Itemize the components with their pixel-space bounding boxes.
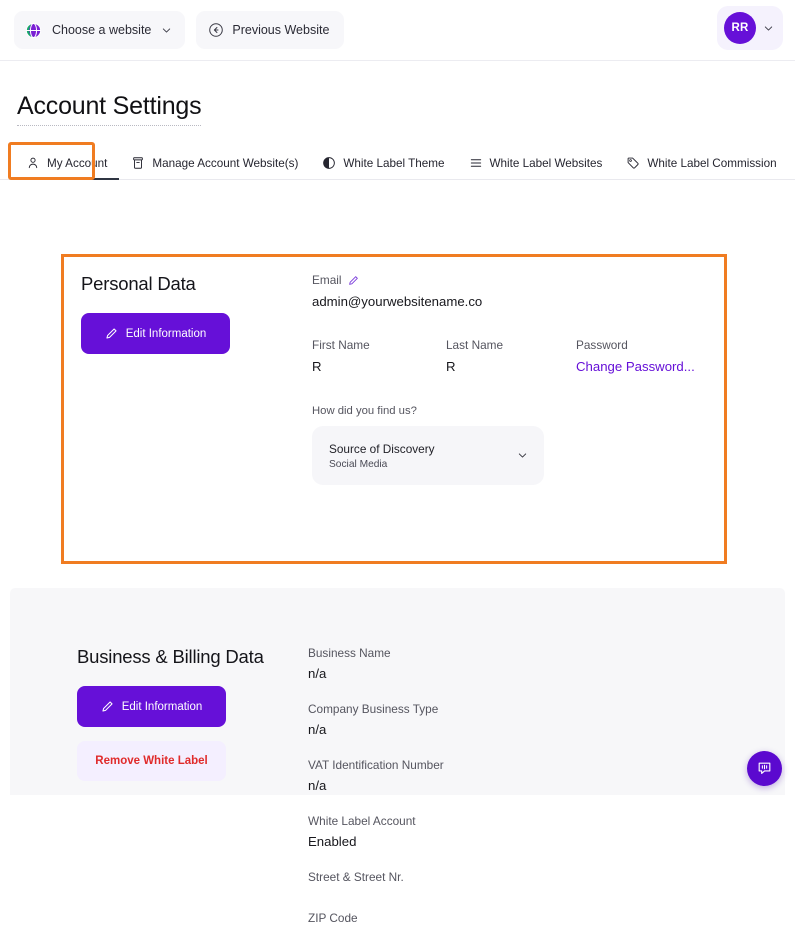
tab-white-label-theme-label: White Label Theme xyxy=(343,157,444,170)
business-billing-fields: Business Name n/a Company Business Type … xyxy=(308,646,765,952)
business-billing-title: Business & Billing Data xyxy=(77,646,297,668)
field-password: Password Change Password... xyxy=(576,338,695,374)
source-of-discovery-title: Source of Discovery xyxy=(329,442,517,456)
field-street-and-street-nr: Street & Street Nr. xyxy=(308,870,548,890)
personal-data-left-column: Personal Data Edit Information xyxy=(81,273,296,354)
field-business-name-label: Business Name xyxy=(308,646,548,660)
website-selector[interactable]: Choose a website xyxy=(14,11,185,49)
personal-data-card: Personal Data Edit Information Email adm… xyxy=(61,254,727,564)
avatar: RR xyxy=(724,12,756,44)
list-lines-icon xyxy=(469,156,483,170)
field-company-business-type-label: Company Business Type xyxy=(308,702,548,716)
source-of-discovery-texts: Source of Discovery Social Media xyxy=(329,442,517,470)
field-first-name-value: R xyxy=(312,359,446,374)
tab-white-label-commission-label: White Label Commission xyxy=(647,157,776,170)
tab-white-label-commission[interactable]: White Label Commission xyxy=(614,147,788,179)
support-chat-button[interactable] xyxy=(747,751,782,786)
field-last-name-value: R xyxy=(446,359,576,374)
tag-icon xyxy=(626,156,640,170)
tab-my-account[interactable]: My Account xyxy=(14,147,119,179)
globe-icon xyxy=(25,22,42,39)
tab-my-account-label: My Account xyxy=(47,157,107,170)
discovery-label: How did you find us? xyxy=(312,405,714,417)
field-email: Email admin@yourwebsitename.co xyxy=(312,273,714,309)
field-last-name-label: Last Name xyxy=(446,338,576,352)
account-menu[interactable]: RR xyxy=(717,6,783,50)
personal-data-name-row: First Name R Last Name R Password Change… xyxy=(312,338,714,374)
chevron-down-icon xyxy=(763,23,774,34)
source-of-discovery-select[interactable]: Source of Discovery Social Media xyxy=(312,426,544,485)
top-header-bar: Choose a website Previous Website RR xyxy=(0,0,795,61)
discovery-section: How did you find us? Source of Discovery… xyxy=(312,405,714,485)
website-selector-label: Choose a website xyxy=(52,23,151,37)
page-title: Account Settings xyxy=(17,92,201,126)
chat-bubble-icon xyxy=(756,760,773,777)
page-title-container: Account Settings xyxy=(0,61,795,126)
tab-white-label-websites[interactable]: White Label Websites xyxy=(457,147,615,179)
field-white-label-account-value: Enabled xyxy=(308,834,548,849)
business-billing-left-column: Business & Billing Data Edit Information… xyxy=(77,646,297,781)
tab-manage-account-websites-label: Manage Account Website(s) xyxy=(152,157,298,170)
tab-white-label-theme[interactable]: White Label Theme xyxy=(310,147,456,179)
source-of-discovery-value: Social Media xyxy=(329,459,517,470)
settings-tab-bar: My Account Manage Account Website(s) Whi… xyxy=(0,147,795,180)
tab-invoices[interactable]: Invoices xyxy=(789,147,795,179)
field-business-name-value: n/a xyxy=(308,666,548,681)
field-vat-identification-number: VAT Identification Number n/a xyxy=(308,758,548,793)
field-zip-code: ZIP Code xyxy=(308,911,548,931)
field-vat-identification-number-label: VAT Identification Number xyxy=(308,758,548,772)
field-company-business-type: Company Business Type n/a xyxy=(308,702,548,737)
pencil-icon xyxy=(105,327,118,340)
change-password-link[interactable]: Change Password... xyxy=(576,359,695,374)
field-first-name: First Name R xyxy=(312,338,446,374)
field-email-label: Email xyxy=(312,273,342,287)
field-street-and-street-nr-label: Street & Street Nr. xyxy=(308,870,548,884)
field-business-name: Business Name n/a xyxy=(308,646,548,681)
chevron-down-icon xyxy=(161,25,172,36)
previous-website-label: Previous Website xyxy=(232,23,329,37)
field-white-label-account-label: White Label Account xyxy=(308,814,548,828)
business-billing-section: Business & Billing Data Edit Information… xyxy=(10,588,785,795)
field-last-name: Last Name R xyxy=(446,338,576,374)
field-first-name-label: First Name xyxy=(312,338,446,352)
business-billing-edit-information-label: Edit Information xyxy=(122,701,203,713)
field-password-label: Password xyxy=(576,338,695,352)
pencil-icon xyxy=(101,700,114,713)
personal-data-title: Personal Data xyxy=(81,273,296,295)
remove-white-label-button[interactable]: Remove White Label xyxy=(77,741,226,781)
field-email-label-row: Email xyxy=(312,273,714,287)
previous-website-button[interactable]: Previous Website xyxy=(196,11,344,49)
contrast-circle-icon xyxy=(322,156,336,170)
user-icon xyxy=(26,156,40,170)
field-zip-code-label: ZIP Code xyxy=(308,911,548,925)
chevron-down-icon xyxy=(517,450,528,461)
business-billing-grid: Business Name n/a Company Business Type … xyxy=(308,646,765,952)
tab-white-label-websites-label: White Label Websites xyxy=(490,157,603,170)
remove-white-label-label: Remove White Label xyxy=(95,755,207,767)
pencil-icon[interactable] xyxy=(348,275,359,286)
personal-data-fields: Email admin@yourwebsitename.co First Nam… xyxy=(312,273,714,485)
personal-data-edit-information-button[interactable]: Edit Information xyxy=(81,313,230,354)
tab-manage-account-websites[interactable]: Manage Account Website(s) xyxy=(119,147,310,179)
field-company-business-type-value: n/a xyxy=(308,722,548,737)
business-billing-edit-information-button[interactable]: Edit Information xyxy=(77,686,226,727)
personal-data-edit-information-label: Edit Information xyxy=(126,328,207,340)
archive-box-icon xyxy=(131,156,145,170)
field-vat-identification-number-value: n/a xyxy=(308,778,548,793)
arrow-left-circle-icon xyxy=(208,22,224,38)
field-email-value: admin@yourwebsitename.co xyxy=(312,294,714,309)
field-white-label-account: White Label Account Enabled xyxy=(308,814,548,849)
